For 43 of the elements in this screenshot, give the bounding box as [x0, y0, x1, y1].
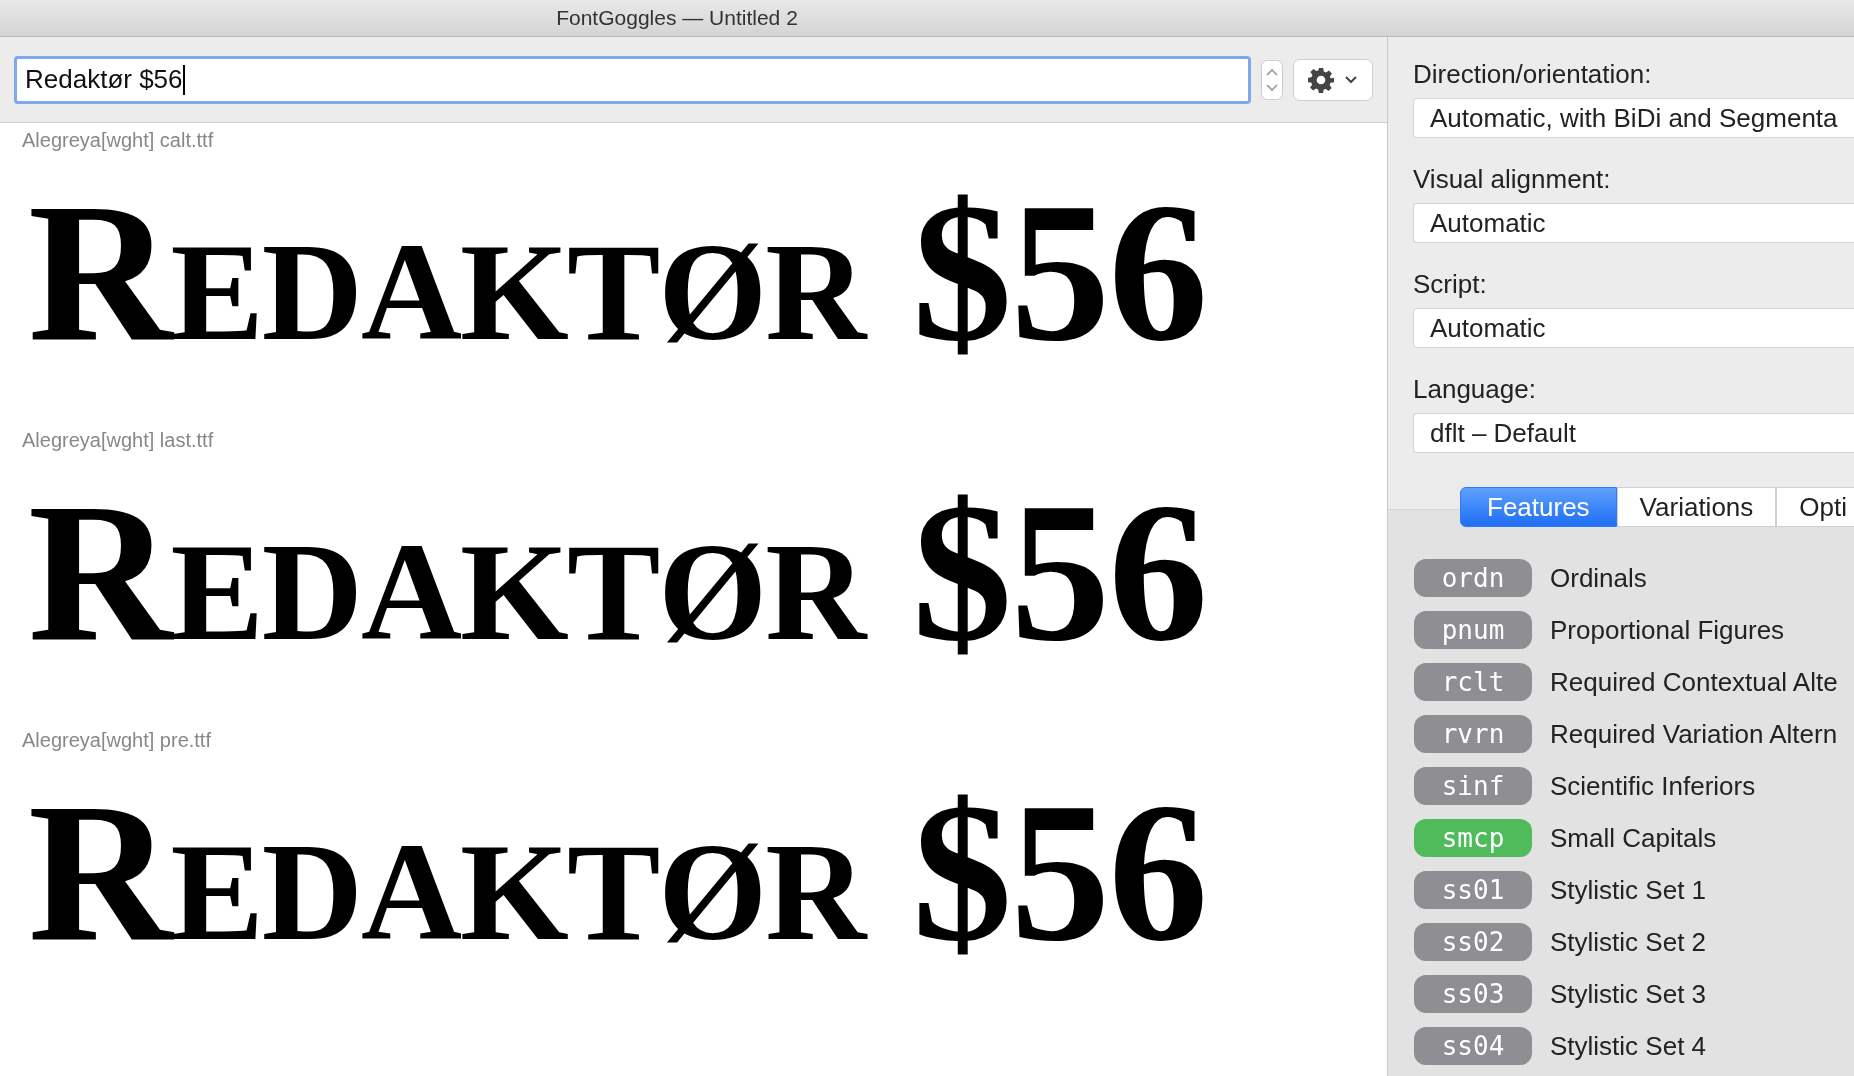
feature-name: Stylistic Set 1	[1550, 874, 1707, 906]
feature-tag[interactable]: ss02	[1414, 923, 1532, 961]
feature-name: Ordinals	[1550, 562, 1647, 594]
feature-name: Small Capitals	[1550, 822, 1717, 854]
feature-name: Stylistic Set 3	[1550, 978, 1707, 1010]
setting-label: Language:	[1413, 374, 1537, 405]
feature-name: Required Variation Altern	[1550, 718, 1838, 750]
settings-button[interactable]	[1293, 58, 1373, 101]
tab[interactable]: Opti	[1776, 487, 1854, 527]
setting-dropdown[interactable]: Automatic	[1413, 203, 1854, 243]
font-file-name: Alegreya[wght] last.ttf	[21, 428, 215, 452]
feature-name: Stylistic Set 4	[1550, 1030, 1707, 1062]
chevron-down-icon	[1344, 74, 1358, 85]
font-file-name: Alegreya[wght] calt.ttf	[21, 128, 215, 152]
settings-icon	[1308, 66, 1334, 93]
feature-name: Scientific Inferiors	[1550, 770, 1756, 802]
font-sample-text: Redaktør $56	[27, 460, 1208, 684]
tab[interactable]: Variations	[1616, 487, 1777, 527]
setting-label: Script:	[1413, 269, 1488, 300]
feature-tag[interactable]: pnum	[1414, 611, 1532, 649]
setting-label: Visual alignment:	[1413, 164, 1612, 195]
font-file-name: Alegreya[wght] pre.ttf	[21, 728, 212, 752]
feature-tag[interactable]: rvrn	[1414, 715, 1532, 753]
feature-name: Proportional Figures	[1550, 614, 1785, 646]
feature-tag[interactable]: ordn	[1414, 559, 1532, 597]
feature-tag[interactable]: ss01	[1414, 871, 1532, 909]
font-sample-text: Redaktør $56	[27, 760, 1208, 984]
stepper-icon[interactable]	[1261, 59, 1283, 100]
font-sample-text: Redaktør $56	[27, 160, 1208, 384]
feature-tag[interactable]: rclt	[1414, 663, 1532, 701]
tab[interactable]: Features	[1460, 487, 1617, 527]
feature-tag[interactable]: ss04	[1414, 1027, 1532, 1065]
setting-dropdown[interactable]: dflt – Default	[1413, 413, 1854, 453]
setting-dropdown[interactable]: Automatic	[1413, 308, 1854, 348]
window-title: FontGoggles — Untitled 2	[556, 6, 798, 30]
setting-dropdown[interactable]: Automatic, with BiDi and Segmenta	[1413, 98, 1854, 138]
feature-tag[interactable]: smcp	[1414, 819, 1532, 857]
feature-name: Required Contextual Alte	[1550, 666, 1838, 698]
setting-label: Direction/orientation:	[1413, 59, 1653, 90]
feature-tag[interactable]: sinf	[1414, 767, 1532, 805]
text-field[interactable]: Redaktør $56	[14, 55, 1251, 104]
feature-name: Stylistic Set 2	[1550, 926, 1707, 958]
feature-tag[interactable]: ss03	[1414, 975, 1532, 1013]
